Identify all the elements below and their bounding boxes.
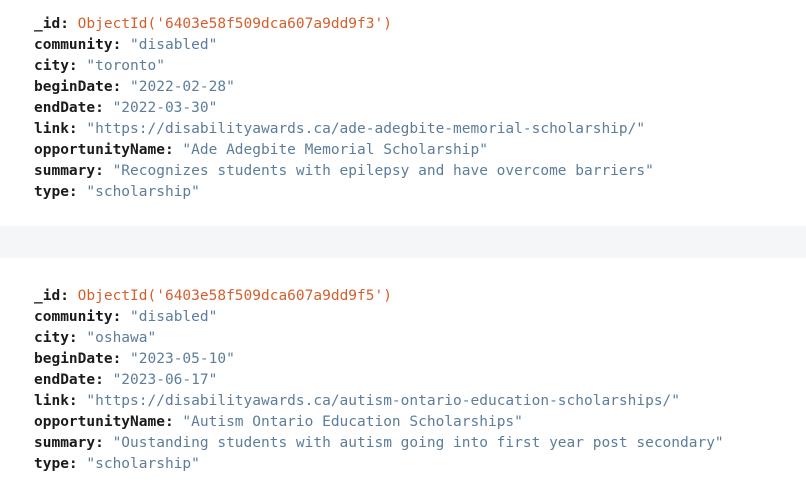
field-key: link bbox=[34, 393, 69, 409]
field-key: beginDate bbox=[34, 351, 113, 367]
field-row-begin-date: beginDate: "2023-05-10" bbox=[34, 351, 235, 367]
field-row-link: link: "https://disabilityawards.ca/autis… bbox=[34, 393, 681, 409]
field-key: community bbox=[34, 309, 113, 325]
field-value: "oshawa" bbox=[86, 330, 157, 346]
field-row-id: _id: ObjectId('6403e58f509dca607a9dd9f3'… bbox=[34, 16, 392, 32]
field-value: "2023-05-10" bbox=[130, 351, 235, 367]
field-key: endDate bbox=[34, 372, 96, 388]
field-key: link bbox=[34, 121, 69, 137]
field-key: opportunityName bbox=[34, 414, 165, 430]
document-separator bbox=[0, 226, 806, 258]
field-value: "disabled" bbox=[130, 309, 218, 325]
field-row-city: city: "toronto" bbox=[34, 58, 165, 74]
field-row-type: type: "scholarship" bbox=[34, 184, 200, 200]
field-value: "https://disabilityawards.ca/autism-onta… bbox=[86, 393, 681, 409]
field-row-type: type: "scholarship" bbox=[34, 456, 200, 472]
field-row-community: community: "disabled" bbox=[34, 37, 218, 53]
document-card[interactable]: _id: ObjectId('6403e58f509dca607a9dd9f5'… bbox=[0, 258, 806, 494]
field-row-id: _id: ObjectId('6403e58f509dca607a9dd9f5'… bbox=[34, 288, 392, 304]
field-key: type bbox=[34, 456, 69, 472]
field-key: type bbox=[34, 184, 69, 200]
field-row-opportunity-name: opportunityName: "Autism Ontario Educati… bbox=[34, 414, 523, 430]
field-value: "scholarship" bbox=[86, 184, 200, 200]
field-row-summary: summary: "Recognizes students with epile… bbox=[34, 163, 654, 179]
document-card[interactable]: _id: ObjectId('6403e58f509dca607a9dd9f3'… bbox=[0, 0, 806, 226]
field-value: "scholarship" bbox=[86, 456, 200, 472]
field-key: _id bbox=[34, 288, 61, 304]
field-key: beginDate bbox=[34, 79, 113, 95]
field-row-begin-date: beginDate: "2022-02-28" bbox=[34, 79, 235, 95]
field-row-link: link: "https://disabilityawards.ca/ade-a… bbox=[34, 121, 646, 137]
field-row-opportunity-name: opportunityName: "Ade Adegbite Memorial … bbox=[34, 142, 488, 158]
field-value: "2023-06-17" bbox=[112, 372, 218, 388]
field-value: "disabled" bbox=[130, 37, 218, 53]
field-value: "2022-03-30" bbox=[112, 100, 218, 116]
field-key: summary bbox=[34, 435, 96, 451]
field-key: city bbox=[34, 58, 69, 74]
field-key: community bbox=[34, 37, 113, 53]
field-key: endDate bbox=[34, 100, 96, 116]
field-row-summary: summary: "Oustanding students with autis… bbox=[34, 435, 724, 451]
field-value: "2022-02-28" bbox=[130, 79, 235, 95]
field-value: "Ade Adegbite Memorial Scholarship" bbox=[182, 142, 488, 158]
field-row-city: city: "oshawa" bbox=[34, 330, 157, 346]
field-row-community: community: "disabled" bbox=[34, 309, 218, 325]
field-row-end-date: endDate: "2023-06-17" bbox=[34, 372, 218, 388]
field-value: "Oustanding students with autism going i… bbox=[112, 435, 724, 451]
field-key: city bbox=[34, 330, 69, 346]
field-key: summary bbox=[34, 163, 96, 179]
field-value: "toronto" bbox=[86, 58, 165, 74]
field-value: ObjectId('6403e58f509dca607a9dd9f3') bbox=[77, 16, 392, 32]
field-value: "Recognizes students with epilepsy and h… bbox=[112, 163, 654, 179]
field-value: ObjectId('6403e58f509dca607a9dd9f5') bbox=[77, 288, 392, 304]
field-row-end-date: endDate: "2022-03-30" bbox=[34, 100, 218, 116]
field-value: "Autism Ontario Education Scholarships" bbox=[182, 414, 523, 430]
field-key: opportunityName bbox=[34, 142, 165, 158]
field-value: "https://disabilityawards.ca/ade-adegbit… bbox=[86, 121, 646, 137]
field-key: _id bbox=[34, 16, 61, 32]
